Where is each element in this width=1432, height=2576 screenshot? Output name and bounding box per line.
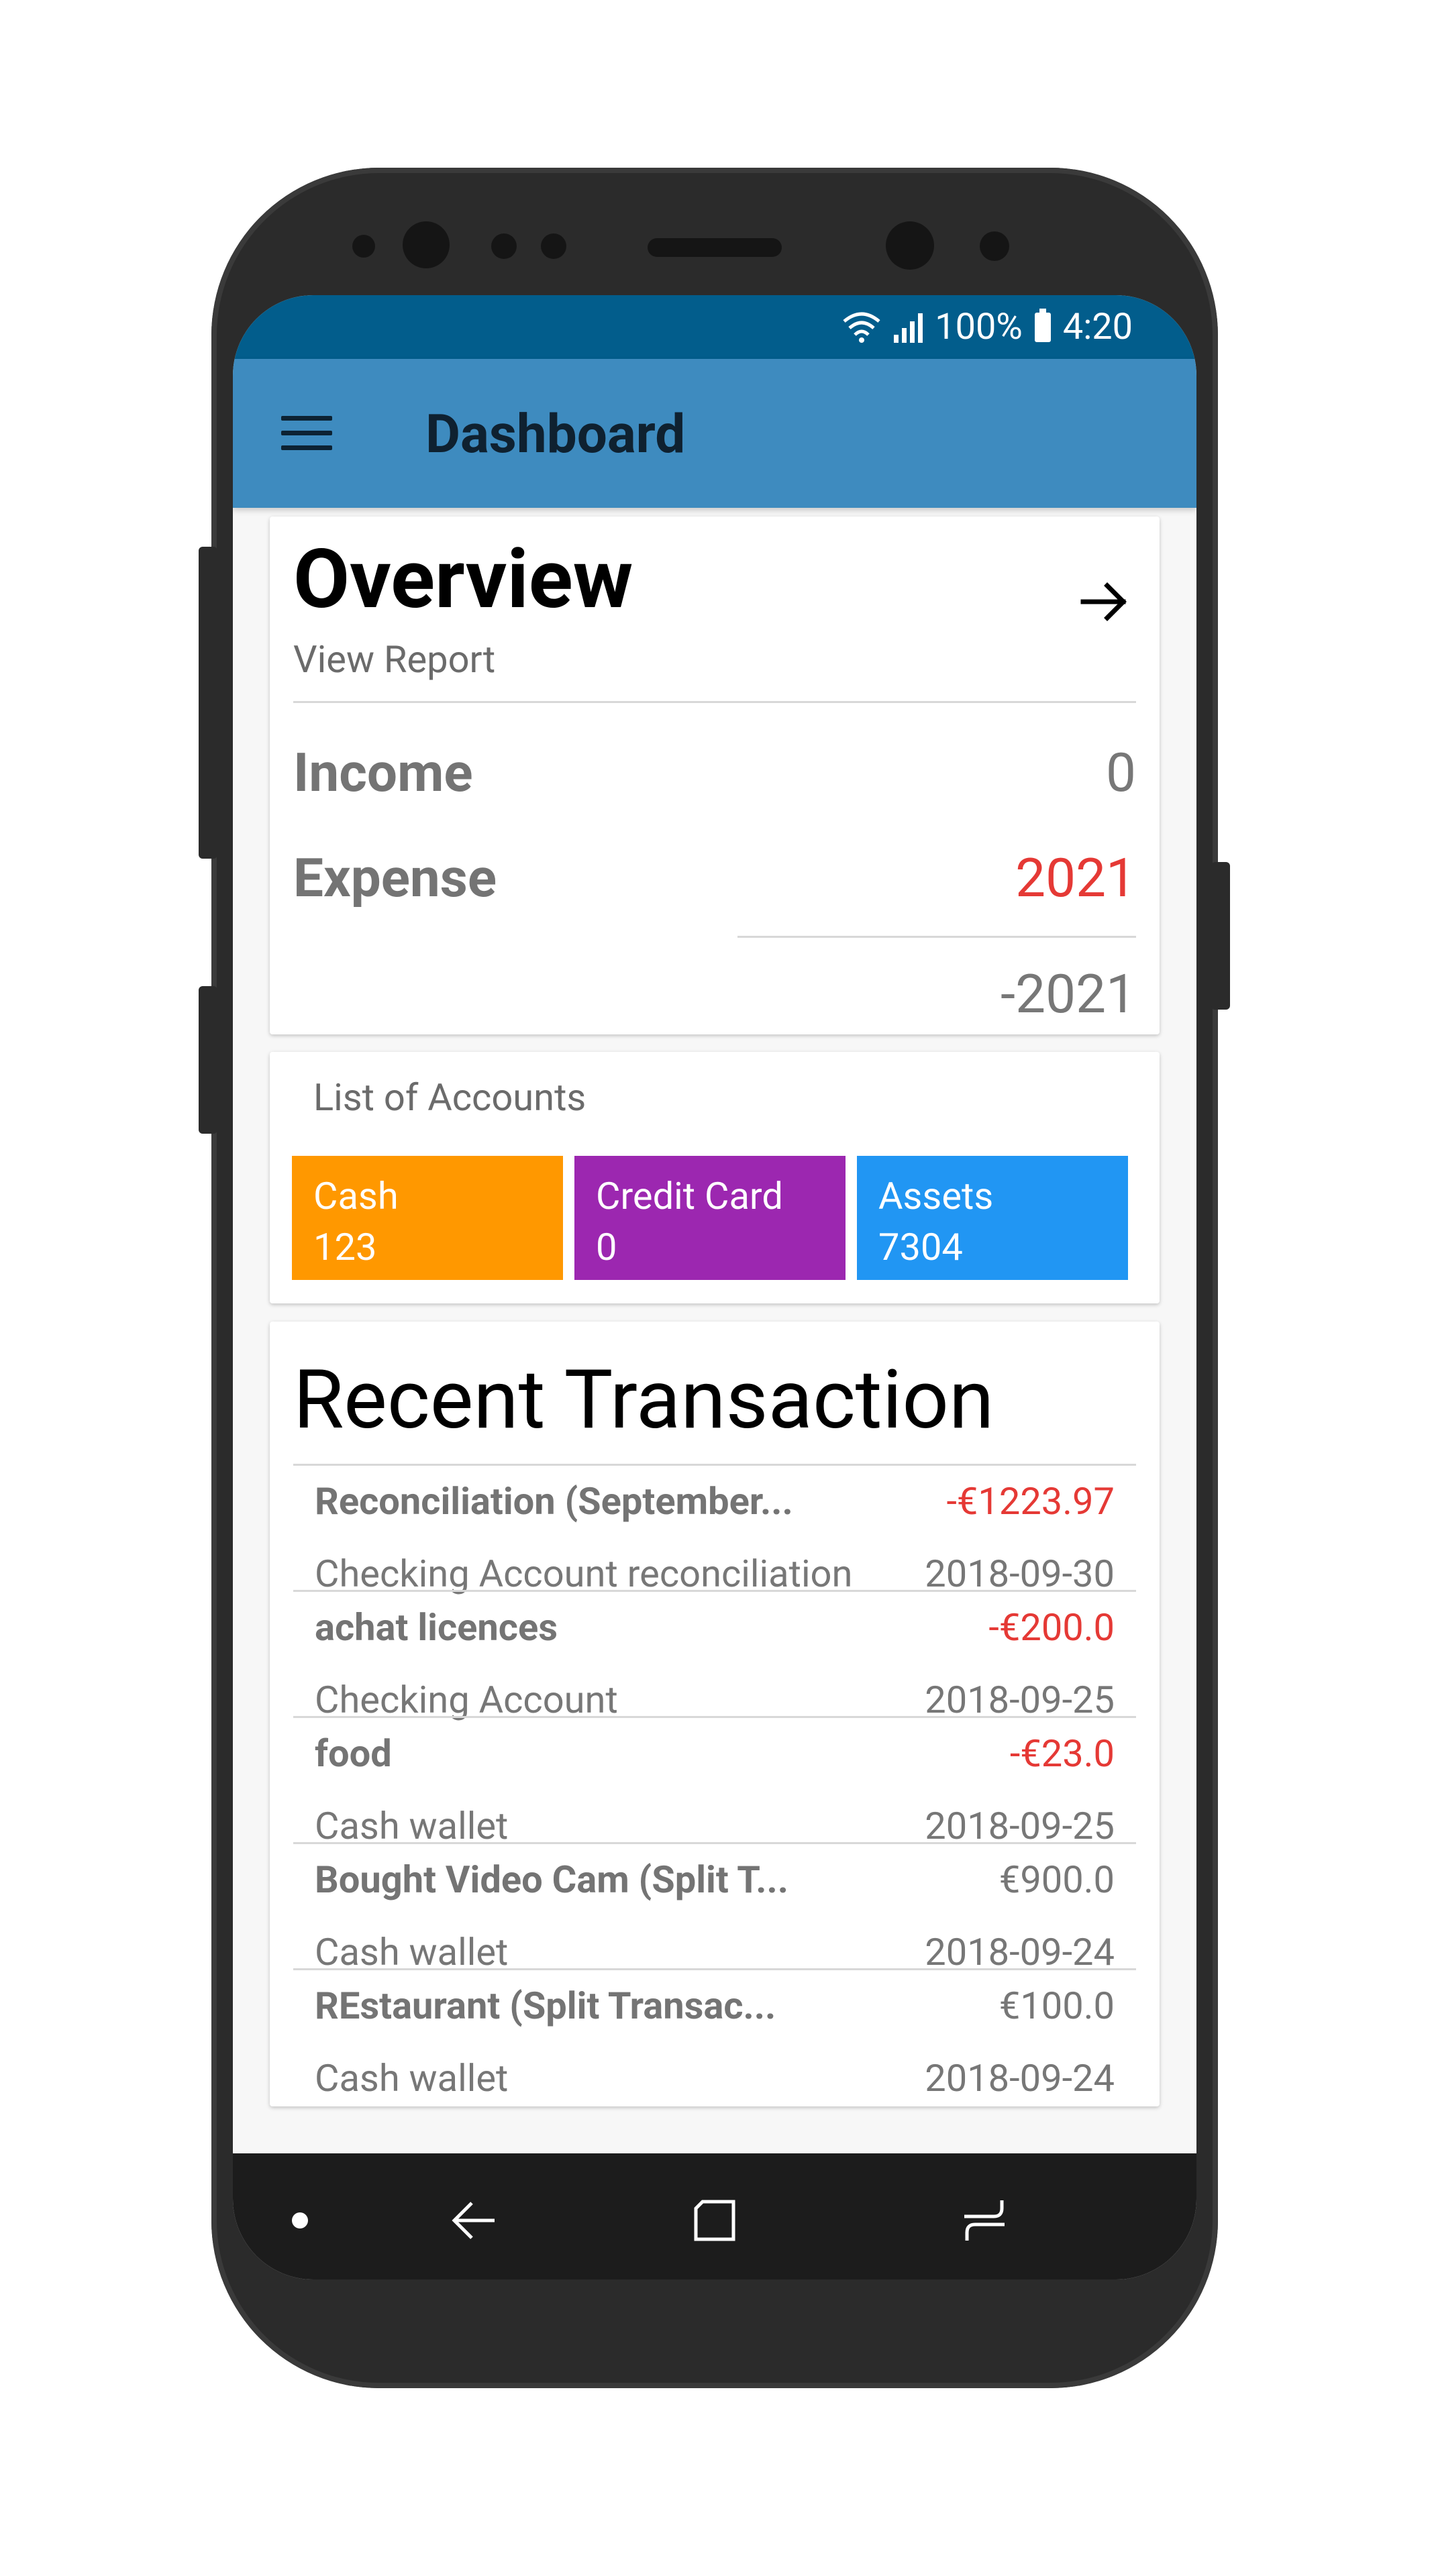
volume-up-button <box>199 547 217 859</box>
app-bar: Dashboard <box>233 359 1196 508</box>
transaction-name: Bought Video Cam (Split T... <box>315 1858 788 1902</box>
accounts-card: List of Accounts Cash 123 Credit Card 0 … <box>270 1052 1160 1303</box>
recent-transactions-card: Recent Transaction Reconciliation (Septe… <box>270 1322 1160 2106</box>
sensor-dot <box>541 233 566 259</box>
transaction-row[interactable]: Bought Video Cam (Split T... €900.0 Cash… <box>293 1842 1136 1974</box>
expense-value: 2021 <box>1015 847 1136 910</box>
accounts-heading: List of Accounts <box>313 1075 586 1120</box>
page-title: Dashboard <box>425 402 686 466</box>
back-icon[interactable] <box>448 2194 501 2247</box>
net-total-value: -2021 <box>1001 963 1136 1026</box>
divider <box>293 701 1136 703</box>
transaction-row[interactable]: Reconciliation (September... -€1223.97 C… <box>293 1464 1136 1596</box>
view-report-link[interactable]: View Report <box>293 637 495 682</box>
transaction-name: achat licences <box>315 1605 558 1650</box>
overview-title: Overview <box>293 531 633 627</box>
transaction-row[interactable]: achat licences -€200.0 Checking Account … <box>293 1590 1136 1722</box>
status-bar: 100% 4:20 <box>233 295 1196 359</box>
transaction-name: REstaurant (Split Transac... <box>315 1984 776 2028</box>
transaction-amount: -€23.0 <box>1009 1731 1115 1776</box>
hamburger-menu-icon[interactable] <box>281 416 332 451</box>
battery-icon <box>1034 308 1051 342</box>
sensor-dot <box>491 233 517 259</box>
account-tile-credit-card[interactable]: Credit Card 0 <box>574 1156 846 1280</box>
transaction-row[interactable]: REstaurant (Split Transac... €100.0 Cash… <box>293 1968 1136 2100</box>
income-value: 0 <box>1106 741 1136 804</box>
transaction-name: food <box>315 1731 392 1776</box>
transaction-amount: -€200.0 <box>988 1605 1115 1650</box>
account-tile-cash[interactable]: Cash 123 <box>292 1156 563 1280</box>
income-label: Income <box>293 741 473 804</box>
wifi-icon <box>843 312 880 343</box>
account-name: Cash <box>313 1174 399 1218</box>
battery-percent: 100% <box>935 306 1023 348</box>
transaction-amount: -€1223.97 <box>946 1479 1115 1523</box>
transaction-amount: €900.0 <box>999 1858 1115 1902</box>
nav-dot-icon[interactable] <box>292 2212 308 2229</box>
transaction-account: Cash wallet <box>315 2056 509 2100</box>
account-tile-assets[interactable]: Assets 7304 <box>857 1156 1128 1280</box>
transaction-amount: €100.0 <box>999 1984 1115 2028</box>
signal-icon <box>894 312 923 343</box>
account-balance: 123 <box>313 1225 377 1269</box>
transaction-row[interactable]: food -€23.0 Cash wallet 2018-09-25 <box>293 1716 1136 1848</box>
account-name: Assets <box>878 1174 994 1218</box>
front-camera <box>403 221 450 268</box>
account-balance: 7304 <box>878 1225 963 1269</box>
volume-down-button <box>199 986 217 1134</box>
earpiece-speaker <box>648 238 782 257</box>
recent-apps-icon[interactable] <box>958 2194 1011 2247</box>
iris-camera <box>886 221 934 270</box>
home-square-icon[interactable] <box>689 2194 743 2247</box>
sensor-dot <box>352 235 375 258</box>
total-divider <box>737 936 1136 938</box>
system-nav-bar <box>233 2153 1196 2279</box>
account-name: Credit Card <box>596 1174 783 1218</box>
overview-card: Overview View Report Income 0 Expense 20… <box>270 517 1160 1034</box>
clock: 4:20 <box>1062 306 1133 348</box>
expense-label: Expense <box>293 847 497 910</box>
arrow-right-icon[interactable] <box>1076 574 1133 630</box>
account-balance: 0 <box>596 1225 617 1269</box>
transaction-name: Reconciliation (September... <box>315 1479 793 1523</box>
power-button <box>1211 862 1230 1010</box>
sensor-dot <box>980 231 1009 261</box>
recent-transactions-title: Recent Transaction <box>293 1352 994 1448</box>
phone-screen: 100% 4:20 Dashboard Overview View Report… <box>233 295 1196 2279</box>
transaction-date: 2018-09-24 <box>925 2056 1115 2100</box>
